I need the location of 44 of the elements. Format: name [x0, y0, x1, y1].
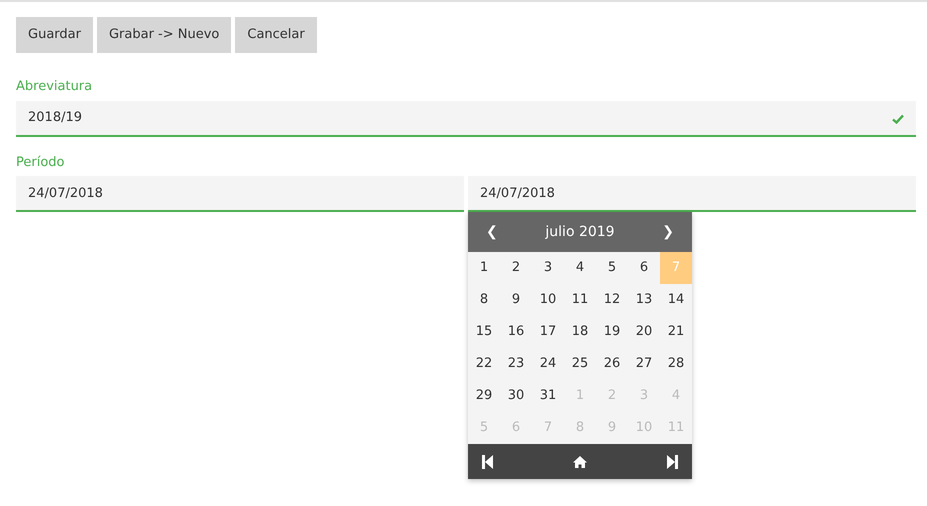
- calendar-day[interactable]: 15: [468, 316, 500, 348]
- calendar-day[interactable]: 26: [596, 348, 628, 380]
- calendar-day[interactable]: 30: [500, 380, 532, 412]
- calendar-day[interactable]: 11: [564, 284, 596, 316]
- toolbar-button[interactable]: Guardar: [16, 17, 93, 53]
- calendar-day[interactable]: 10: [532, 284, 564, 316]
- previous-button[interactable]: ❮: [482, 222, 502, 242]
- calendar-day[interactable]: 31: [532, 380, 564, 412]
- toolbar-button[interactable]: Grabar -> Nuevo: [96, 17, 232, 53]
- calendar-day[interactable]: 19: [596, 316, 628, 348]
- calendar-day[interactable]: 23: [500, 348, 532, 380]
- calendar-day[interactable]: 8: [468, 284, 500, 316]
- calendar-day[interactable]: 2: [500, 252, 532, 284]
- calendar-day[interactable]: 20: [628, 316, 660, 348]
- calendar-day[interactable]: 28: [660, 348, 692, 380]
- calendar-day[interactable]: 12: [596, 284, 628, 316]
- field-label: Período: [16, 154, 66, 172]
- calendar-day[interactable]: 29: [468, 380, 500, 412]
- input-field[interactable]: 2018/19: [16, 100, 916, 136]
- input-field[interactable]: 24/07/2018: [16, 176, 464, 212]
- calendar-day[interactable]: 6: [628, 252, 660, 284]
- field-label: Abreviatura: [16, 78, 94, 96]
- calendar-day[interactable]: 27: [628, 348, 660, 380]
- calendar-day[interactable]: 25: [564, 348, 596, 380]
- next-button[interactable]: ❯: [658, 222, 678, 242]
- first-button[interactable]: [482, 454, 494, 470]
- calendar-day[interactable]: 18: [564, 316, 596, 348]
- calendar-day[interactable]: 24: [532, 348, 564, 380]
- calendar-day[interactable]: 1: [468, 252, 500, 284]
- last-button[interactable]: [666, 454, 678, 470]
- toolbar-button[interactable]: Cancelar: [235, 17, 317, 53]
- input-field[interactable]: 24/07/2018: [468, 176, 916, 212]
- calendar-day[interactable]: 13: [628, 284, 660, 316]
- calendar-day[interactable]: 3: [532, 252, 564, 284]
- calendar-day[interactable]: 21: [660, 316, 692, 348]
- home-button[interactable]: [572, 454, 588, 468]
- calendar-day[interactable]: 22: [468, 348, 500, 380]
- calendar-title: julio 2019: [545, 222, 615, 242]
- calendar-day[interactable]: 16: [500, 316, 532, 348]
- calendar-day[interactable]: 5: [596, 252, 628, 284]
- calendar-day[interactable]: 17: [532, 316, 564, 348]
- calendar-day[interactable]: 14: [660, 284, 692, 316]
- calendar-day[interactable]: 4: [564, 252, 596, 284]
- calendar-day[interactable]: 9: [500, 284, 532, 316]
